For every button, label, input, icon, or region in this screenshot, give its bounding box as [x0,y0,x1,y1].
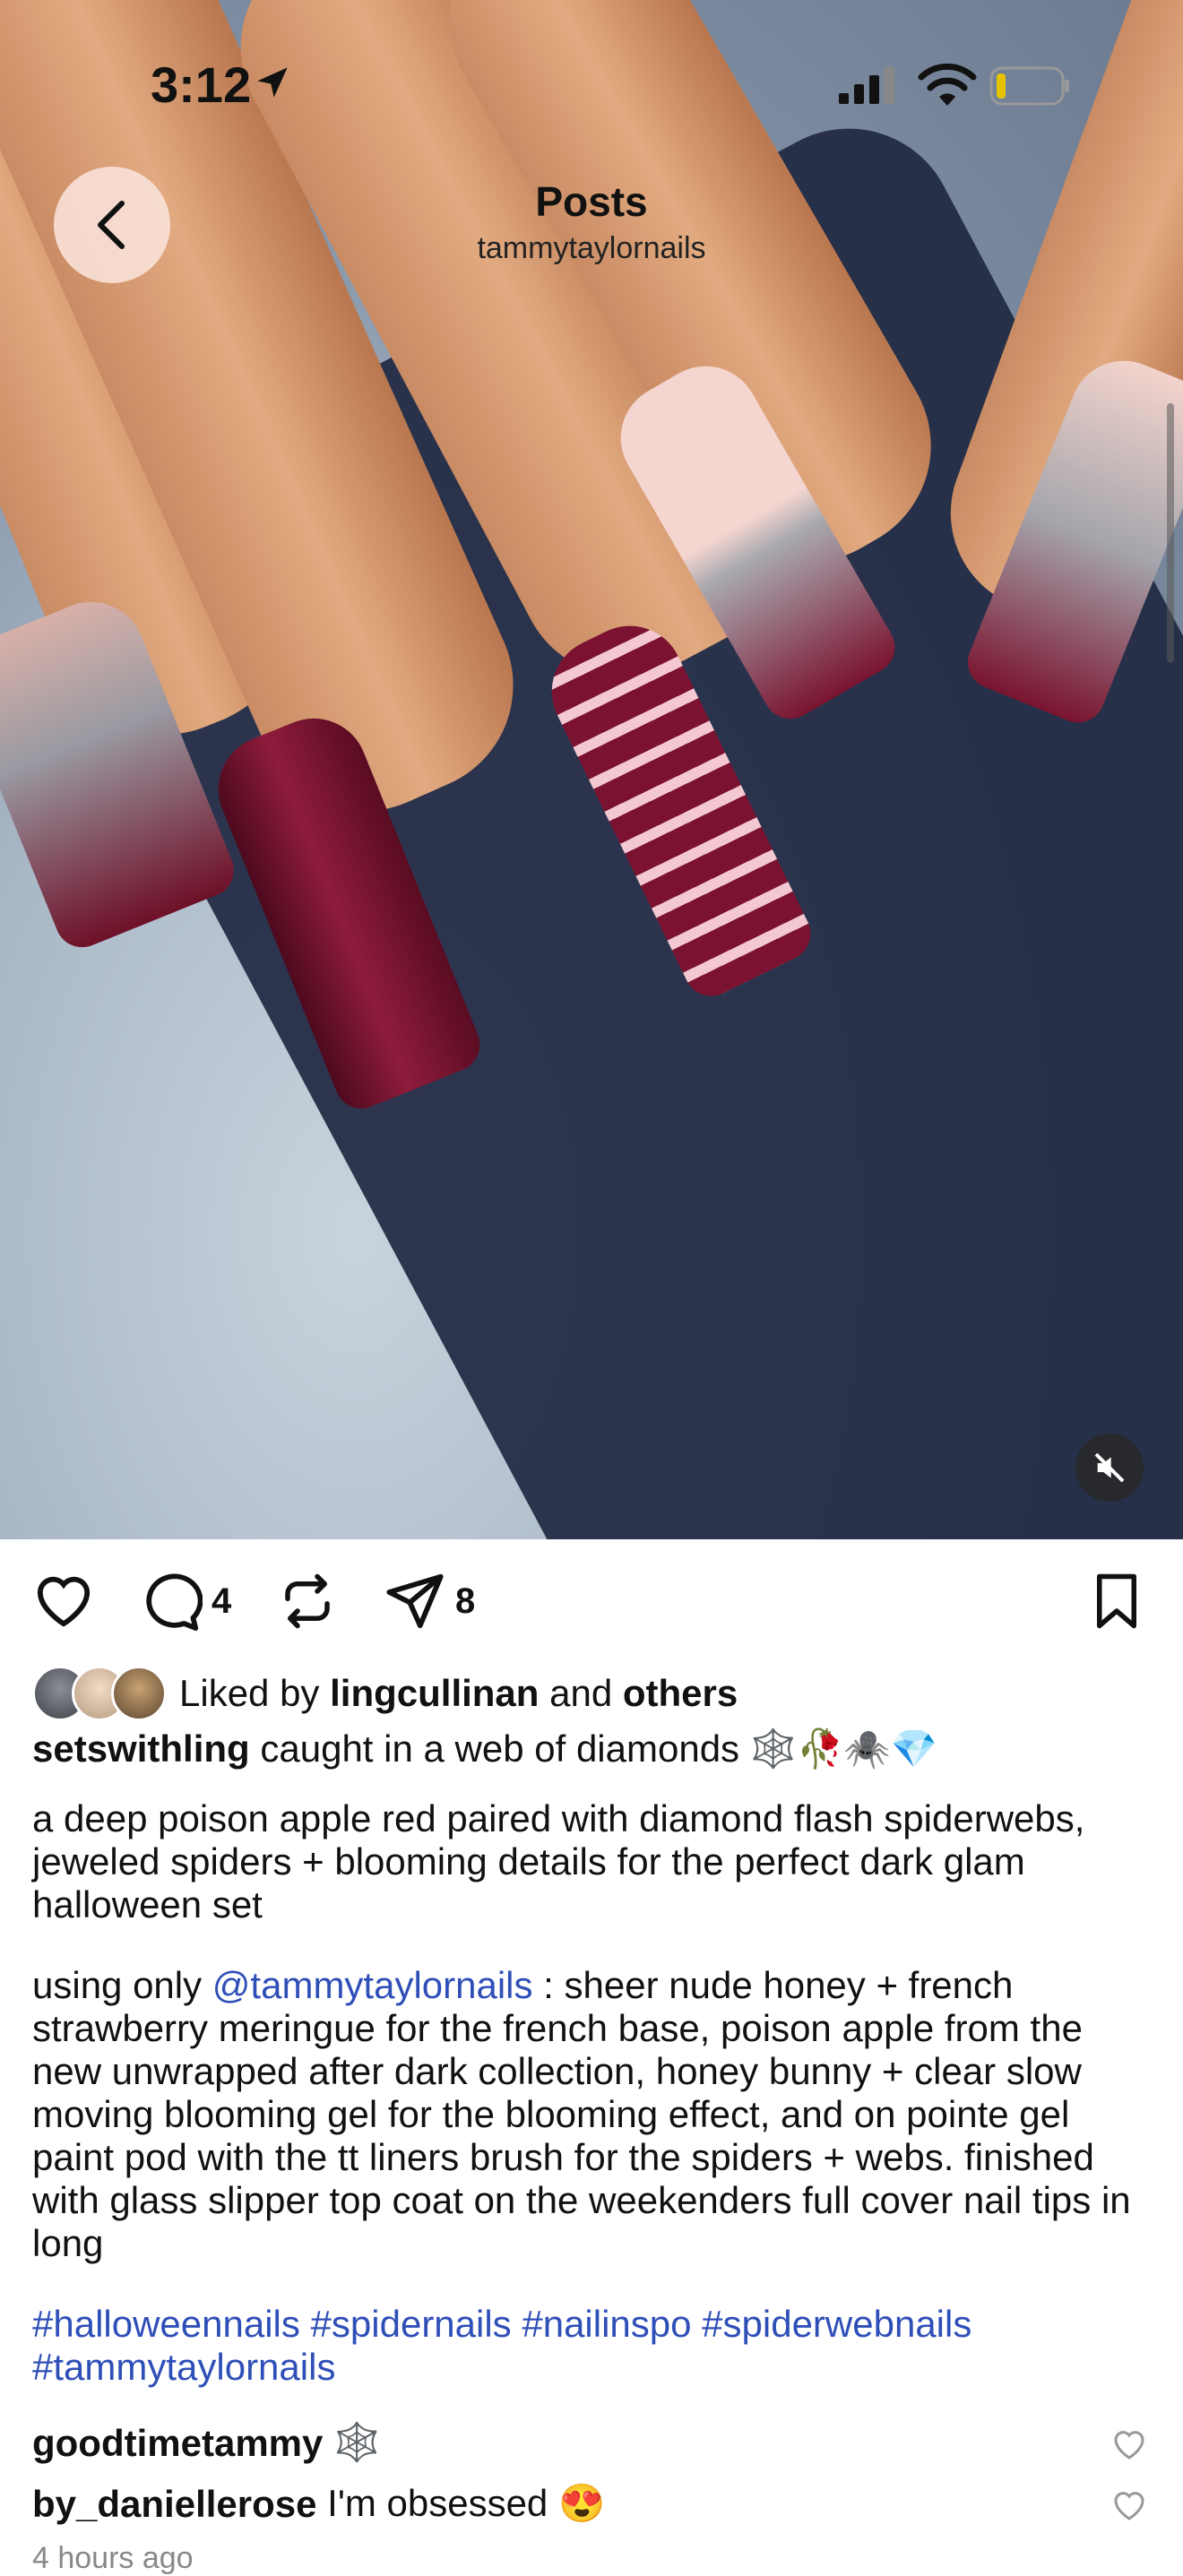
comment-username[interactable]: by_daniellerose [32,2483,316,2526]
comment-bubble-icon [146,1573,203,1631]
cellular-signal-icon [839,66,894,104]
action-bar: 4 8 [0,1559,1183,1649]
page-title: Posts [535,178,648,225]
scroll-indicator [1167,403,1174,663]
comment-like-heart-icon[interactable] [1111,2487,1147,2523]
speaker-muted-icon [1094,1452,1125,1483]
caption-paragraph-1: a deep poison apple red paired with diam… [32,1797,1085,1926]
comment-text: 🕸️ [323,2421,381,2463]
comment-row[interactable]: goodtimetammy 🕸️ [32,2421,1161,2465]
repost-button[interactable] [278,1572,337,1631]
mute-button[interactable] [1075,1434,1144,1502]
bookmark-icon [1097,1573,1136,1629]
page-subtitle[interactable]: tammytaylornails [0,231,1183,266]
liked-by-and: and [539,1672,623,1714]
liked-by-others[interactable]: others [623,1672,738,1715]
caption-para2-rest: : sheer nude honey + french strawberry m… [32,1964,1131,2264]
liked-by-row[interactable]: Liked by lingcullinan and others [32,1666,738,1721]
like-button[interactable] [32,1572,95,1629]
avatar [111,1666,167,1721]
wifi-icon [918,63,977,106]
post-timestamp: 4 hours ago [32,2541,194,2575]
comment-row[interactable]: by_daniellerose I'm obsessed 😍 [32,2482,1161,2526]
comment-username[interactable]: goodtimetammy [32,2422,323,2465]
post-caption: setswithling caught in a web of diamonds… [32,1719,1161,2389]
caption-first-line: setswithling caught in a web of diamonds… [32,1727,1161,1770]
caption-username[interactable]: setswithling [32,1727,250,1770]
comment-text: I'm obsessed 😍 [316,2482,606,2524]
liked-by-user[interactable]: lingcullinan [330,1672,539,1715]
battery-icon [989,66,1069,106]
caption-first-text: caught in a web of diamonds 🕸️🥀🕷️💎 [249,1727,937,1770]
repost-icon [285,1573,330,1629]
comment-button[interactable]: 4 [140,1572,231,1631]
share-button[interactable]: 8 [384,1572,475,1631]
caption-hashtags[interactable]: #halloweennails #spidernails #nailinspo … [32,2303,1161,2389]
status-time: 3:12 [151,56,252,113]
save-button[interactable] [1090,1572,1144,1631]
send-icon [386,1573,444,1629]
share-count: 8 [455,1581,476,1621]
status-bar: 3:12 [0,0,1183,170]
liked-by-prefix: Liked by [179,1672,331,1714]
caption-mention[interactable]: @tammytaylornails [212,1964,533,2006]
heart-icon [37,1576,91,1627]
comment-like-heart-icon[interactable] [1111,2426,1147,2462]
caption-para2-prefix: using only [32,1964,212,2006]
comment-count: 4 [212,1581,232,1621]
caption-paragraph-2: using only @tammytaylornails : sheer nud… [32,1964,1161,2265]
location-arrow-icon [257,67,288,98]
